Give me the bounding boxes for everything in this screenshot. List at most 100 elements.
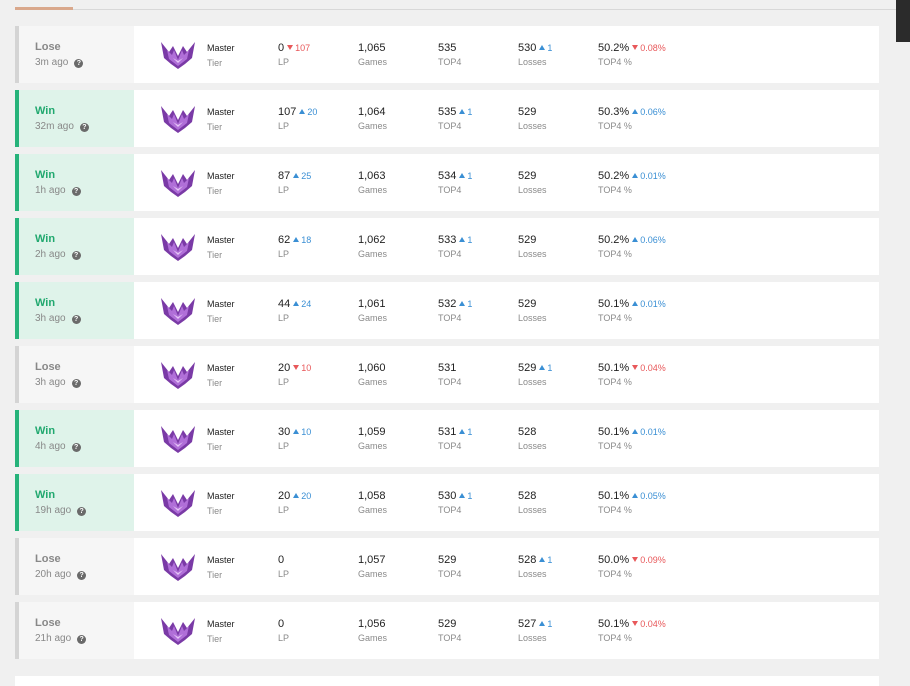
lp-label: LP [278,121,290,131]
top4-pct-delta: 0.09% [632,555,666,565]
games-label: Games [358,505,388,515]
help-icon[interactable]: ? [77,635,87,644]
top4-label: TOP4 [438,121,462,131]
delta-arrow-icon [293,365,300,370]
games-label: Games [358,569,388,579]
match-row[interactable]: Lose 21h ago? Master Tier 0 LP 1,056 Gam… [15,602,879,659]
match-row[interactable]: Lose 3h ago? Master Tier 20 10 LP 1,060 G… [15,346,879,403]
lp-label: LP [278,57,290,67]
top4-value: 534 [438,170,457,182]
result-time: 21h ago [35,633,72,644]
losses-label: Losses [518,377,547,387]
match-row[interactable]: Win 1h ago? Master Tier 87 25 LP 1,063 Ga… [15,154,879,211]
losses-stat: 530 1 Losses [518,41,552,67]
lp-value: 0 [278,554,285,566]
top4-pct-value: 50.0% [598,554,630,566]
games-value: 1,056 [358,618,386,630]
help-icon[interactable]: ? [71,187,81,196]
match-row[interactable]: Win 2h ago? Master Tier 62 18 LP 1,062 Ga… [15,218,879,275]
result-cell: Lose 3m ago? [15,26,134,83]
result-time: 1h ago [35,185,66,196]
delta-value: 0.06% [640,107,666,117]
tier-label: Tier [207,634,223,644]
help-icon[interactable]: ? [74,59,84,68]
top4-label: TOP4 [438,185,462,195]
delta-arrow-icon [539,45,546,50]
match-row[interactable]: Lose 20h ago? Master Tier 0 LP 1,057 Gam… [15,538,879,595]
losses-label: Losses [518,633,547,643]
result-cell: Lose 3h ago? [15,346,134,403]
help-icon[interactable]: ? [77,571,87,580]
delta-arrow-icon [632,301,639,306]
delta-value: 1 [467,235,473,245]
top4-label: TOP4 [438,633,462,643]
tier-value: Master [207,171,235,181]
losses-label: Losses [518,185,547,195]
lp-value: 62 [278,234,291,246]
help-icon[interactable]: ? [71,443,81,452]
lp-stat: 0 LP [278,617,289,643]
top4-label: TOP4 [438,249,462,259]
losses-value: 529 [518,298,537,310]
help-icon[interactable]: ? [71,379,81,388]
result-cell: Lose 20h ago? [15,538,134,595]
delta-value: 0.09% [640,555,666,565]
scrollbar-thumb[interactable] [896,0,910,42]
help-icon[interactable]: ? [79,123,89,132]
top4-stat: 531 TOP4 [438,361,461,387]
top4-label: TOP4 [438,505,462,515]
delta-value: 0.01% [640,427,666,437]
delta-arrow-icon [459,173,466,178]
delta-value: 1 [467,491,473,501]
match-row[interactable]: Lose 3m ago? Master Tier 0 107 LP 1,065 G… [15,26,879,83]
top4-value: 532 [438,298,457,310]
match-row[interactable]: Win 19h ago? Master Tier 20 20 LP 1,058 G… [15,474,879,531]
lp-stat: 62 18 LP [278,233,311,259]
losses-label: Losses [518,57,547,67]
delta-arrow-icon [632,557,639,562]
games-value: 1,057 [358,554,386,566]
match-details: Master Tier 87 25 LP 1,063 Games 534 1 TOP… [134,154,879,211]
top4-pct-delta: 0.06% [632,107,666,117]
result-cell: Win 2h ago? [15,218,134,275]
top4-stat: 531 1 TOP4 [438,425,472,451]
top4-label: TOP4 [438,57,462,67]
losses-label: Losses [518,249,547,259]
delta-value: 10 [301,427,312,437]
lp-value: 20 [278,362,291,374]
losses-label: Losses [518,505,547,515]
help-icon[interactable]: ? [71,315,81,324]
lp-label: LP [278,633,290,643]
result-time: 32m ago [35,121,74,132]
match-details: Master Tier 0 LP 1,056 Games 529 TOP4 52… [134,602,879,659]
lp-delta: 25 [293,171,311,181]
lp-label: LP [278,249,290,259]
delta-value: 1 [547,363,553,373]
help-icon[interactable]: ? [77,507,87,516]
lp-stat: 30 10 LP [278,425,311,451]
games-stat: 1,060 Games [358,361,387,387]
help-icon[interactable]: ? [71,251,81,260]
match-row[interactable]: Win 3h ago? Master Tier 44 24 LP 1,061 Ga… [15,282,879,339]
lp-stat: 0 107 LP [278,41,310,67]
games-stat: 1,058 Games [358,489,387,515]
match-details: Master Tier 20 10 LP 1,060 Games 531 TOP4… [134,346,879,403]
delta-value: 0.04% [640,619,666,629]
match-row[interactable]: Win 4h ago? Master Tier 30 10 LP 1,059 Ga… [15,410,879,467]
top4-pct-label: TOP4 % [598,633,632,643]
tier-label: Tier [207,186,223,196]
top4-pct-delta: 0.08% [632,43,666,53]
lp-value: 44 [278,298,291,310]
top4-delta: 1 [459,235,472,245]
result-label: Lose [35,553,61,565]
top4-label: TOP4 [438,377,462,387]
result-cell: Win 19h ago? [15,474,134,531]
result-cell: Win 4h ago? [15,410,134,467]
tier-label: Tier [207,250,223,260]
lp-delta: 10 [293,427,311,437]
lp-label: LP [278,377,290,387]
top4-delta: 1 [459,491,472,501]
top4-pct-value: 50.2% [598,170,630,182]
delta-arrow-icon [459,429,466,434]
match-row[interactable]: Win 32m ago? Master Tier 107 20 LP 1,064 … [15,90,879,147]
